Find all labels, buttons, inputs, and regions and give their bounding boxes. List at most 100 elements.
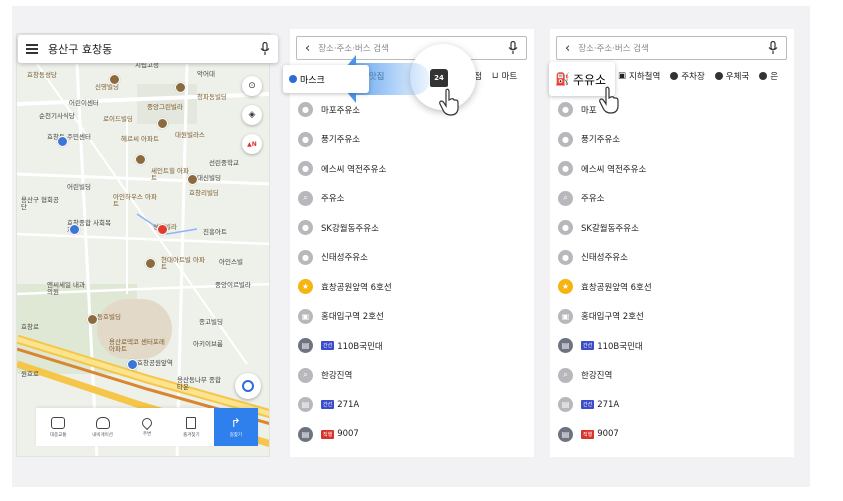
poi-marker[interactable] (175, 82, 186, 93)
poi-marker[interactable] (87, 314, 98, 325)
chip-parking[interactable]: 주차장 (670, 70, 705, 82)
chip-mart[interactable]: ⊔ 마트 (492, 70, 517, 82)
poi-marker[interactable] (187, 174, 198, 185)
list-item[interactable]: ▣ 홍대입구역 2호선 (550, 302, 794, 332)
bus-type-badge: 간선 (321, 341, 335, 351)
convenience-24-icon[interactable]: 24 (430, 69, 448, 87)
map-view[interactable]: 효창동성당 시립고성 악어대 신영빌딩 청파동빌딩 어린이센터 순천기사식당 중… (16, 33, 270, 457)
search-icon: ⌕ (558, 367, 573, 383)
list-item[interactable]: ⌕ 한강진역 (550, 361, 794, 391)
list-item[interactable]: ▤ 직행 9007 (550, 420, 794, 450)
list-item[interactable]: ⌕ 한강진역 (290, 361, 534, 391)
nav-nearby-label: 주변 (142, 431, 152, 437)
map-search-text: 용산구 효창동 (48, 43, 113, 56)
map-label: 효창리빌딩 (189, 189, 219, 197)
chip-parking-label: 주차장 (681, 72, 705, 82)
list-item[interactable]: ▤ 직행 9007 (290, 420, 534, 450)
list-item[interactable]: ● 에스씨 역전주유소 (550, 154, 794, 184)
chip-subway[interactable]: ▣ 지하철역 (618, 70, 660, 82)
list-item[interactable]: ▤ 간선 110B국민대 (550, 331, 794, 361)
chip-gas-station-label: 주유소 (572, 72, 607, 87)
list-item[interactable]: ● SK강월동주유소 (290, 213, 534, 243)
list-item[interactable]: ★ 효창공원앞역 6호선 (290, 272, 534, 302)
nav-navigation[interactable]: 내비게이션 (80, 408, 124, 446)
list-item[interactable]: ● SK갈월동주유소 (550, 213, 794, 243)
bus-icon: ▤ (298, 426, 313, 442)
list-item[interactable]: ▤ 간선 271A (290, 390, 534, 420)
layers-icon[interactable]: ◈ (242, 105, 262, 125)
list-item[interactable]: ▤ 간선 271A (550, 390, 794, 420)
microphone-icon[interactable] (260, 42, 270, 56)
gas-station-icon: ⛽ (555, 72, 570, 86)
bus-icon: ▤ (558, 338, 573, 354)
list-item[interactable]: ▤ 간선 110B국민대 (290, 331, 534, 361)
list-item-text: 한강진역 (321, 371, 353, 382)
back-arrow-icon[interactable]: ‹ (565, 42, 570, 55)
bottom-nav: 대중교통 내비게이션 주변 즐겨찾기 ↱ 길찾기 (36, 408, 259, 446)
nav-favorites[interactable]: 즐겨찾기 (169, 408, 213, 446)
nav-directions[interactable]: ↱ 길찾기 (213, 408, 259, 446)
microphone-icon[interactable] (508, 41, 518, 55)
list-item-text: 신태성주유소 (581, 253, 628, 264)
poi-marker[interactable] (109, 74, 120, 85)
list-item[interactable]: ⌕ 주유소 (550, 184, 794, 214)
list-item-text: 에스씨 역전주유소 (321, 164, 387, 175)
chip-bank[interactable]: 은 (759, 70, 778, 82)
poi-marker[interactable] (57, 136, 68, 147)
poi-marker[interactable] (127, 359, 138, 370)
map-label: 효창동성당 (27, 71, 57, 79)
map-label: 원효로 (21, 370, 39, 378)
map-label: 헤르씨 아파트 (121, 135, 159, 143)
map-label: 중앙그린빌라 (147, 103, 183, 111)
map-label: 아인스빌 (219, 258, 243, 266)
chip-subway-label: 지하철역 (629, 72, 661, 82)
list-item[interactable]: ⌕ 주유소 (290, 184, 534, 214)
chip-mask[interactable]: 마스크 (283, 65, 369, 93)
map-label: 세인트힐 아파트 (151, 167, 189, 183)
poi-marker[interactable] (157, 118, 168, 129)
hand-pointer-icon (438, 88, 462, 116)
search-placeholder: 장소·주소·버스 검색 (578, 44, 649, 54)
map-label: 진흥아트 (203, 228, 227, 236)
back-arrow-icon[interactable]: ‹ (305, 42, 310, 55)
list-item[interactable]: ● 마포 (550, 95, 794, 125)
list-item[interactable]: ★ 효창공원앞역 6호선 (550, 272, 794, 302)
microphone-icon[interactable] (768, 41, 778, 55)
list-item[interactable]: ● 풍기주유소 (290, 125, 534, 155)
location-pin-icon[interactable]: ⊙ (242, 76, 262, 96)
bank-icon (759, 72, 768, 80)
location-pin-icon: ● (558, 161, 573, 177)
poi-marker[interactable] (135, 154, 146, 165)
current-location-button[interactable] (235, 373, 261, 399)
map-label: 선린중학교 (209, 159, 239, 167)
search-icon: ⌕ (558, 190, 573, 206)
menu-icon[interactable] (26, 44, 38, 54)
map-label: 중앙이르빌라 (215, 281, 251, 289)
nav-transit[interactable]: 대중교통 (36, 408, 80, 446)
list-item[interactable]: ● 신태성주유소 (550, 243, 794, 273)
list-item-text: 효창공원앞역 6호선 (321, 282, 392, 293)
bus-type-badge: 직행 (581, 429, 595, 439)
list-item[interactable]: ● 마포주유소 (290, 95, 534, 125)
nav-nearby[interactable]: 주변 (125, 408, 169, 446)
list-item-text: 9007 (597, 429, 619, 440)
list-item[interactable]: ● 신태성주유소 (290, 243, 534, 273)
list-item[interactable]: ● 에스씨 역전주유소 (290, 154, 534, 184)
list-item-text: 에스씨 역전주유소 (581, 164, 647, 175)
bus-icon: ▤ (558, 426, 573, 442)
list-item[interactable]: ▣ 홍대입구역 2호선 (290, 302, 534, 332)
search-input[interactable]: ‹ 장소·주소·버스 검색 (296, 36, 527, 60)
search-input[interactable]: ‹ 장소·주소·버스 검색 (556, 36, 787, 60)
map-label: 현대아트빌 아파트 (161, 256, 205, 272)
poi-marker[interactable] (145, 258, 156, 269)
compass-icon[interactable]: ▲N (242, 134, 262, 154)
nav-directions-label: 길찾기 (229, 432, 243, 438)
search-placeholder: 장소·주소·버스 검색 (318, 44, 389, 54)
list-item[interactable]: ● 풍기주유소 (550, 125, 794, 155)
map-search-bar[interactable]: 용산구 효창동 (18, 35, 278, 63)
map-label: 아인하우스 아파트 (113, 193, 157, 209)
chip-post-office[interactable]: 우체국 (714, 70, 749, 82)
poi-marker[interactable] (69, 224, 80, 235)
map-label: 효창동 주민센터 (47, 133, 91, 141)
cart-icon: ⊔ (491, 71, 499, 81)
